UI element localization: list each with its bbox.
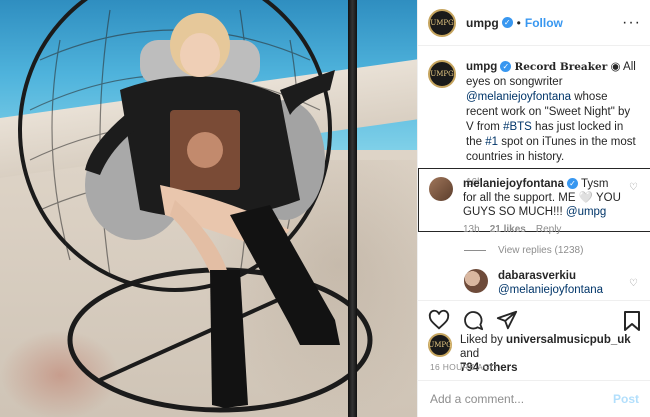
comment-likes[interactable]: 21 likes <box>490 224 526 235</box>
view-replies-button[interactable]: View replies (1238) <box>464 245 583 256</box>
hashtag-bts[interactable]: #BTS <box>503 121 532 133</box>
separator-dot: • <box>516 15 521 30</box>
reply-like-heart-icon[interactable]: ♡ <box>629 278 638 289</box>
likes-prefix: Liked by <box>460 334 503 346</box>
highlighted-comment: melaniejoyfontana ✓ Tysm for all the supp… <box>418 168 650 235</box>
caption-mention[interactable]: @melaniejoyfontana <box>466 91 571 103</box>
post-photo[interactable] <box>0 0 417 417</box>
chair-stand-pole <box>348 0 357 417</box>
view-replies-label: View replies (1238) <box>498 245 584 256</box>
comment-meta: 13h 21 likes Reply <box>463 224 640 235</box>
comment-username[interactable]: melaniejoyfontana <box>463 178 564 190</box>
reply-comment: dabarasverkiu @melaniejoyfontana <box>464 269 603 297</box>
post-timestamp[interactable]: 16 HOURS AGO <box>430 362 497 372</box>
avatar-logo-text: UMPG <box>430 70 454 78</box>
like-heart-icon[interactable] <box>428 309 450 331</box>
liker-avatar[interactable]: UMPG <box>428 333 452 357</box>
record-icon: ◉ <box>610 61 621 73</box>
share-paper-plane-icon[interactable] <box>496 309 518 331</box>
reply-avatar[interactable] <box>464 269 488 293</box>
commenter-avatar[interactable] <box>429 177 453 201</box>
comment-reply-button[interactable]: Reply <box>536 224 562 235</box>
post-comment-button[interactable]: Post <box>613 392 639 406</box>
reply-username[interactable]: dabarasverkiu <box>498 269 603 283</box>
verified-icon: ✓ <box>500 61 512 73</box>
comment-input[interactable] <box>430 392 613 406</box>
avatar-logo-text: UMPG <box>430 18 454 27</box>
liker-username[interactable]: universalmusicpub_uk <box>506 334 631 346</box>
follow-button[interactable]: Follow <box>525 16 563 30</box>
caption-avatar[interactable]: UMPG <box>428 60 456 88</box>
reply-text: dabarasverkiu @melaniejoyfontana <box>498 269 603 297</box>
replies-line <box>464 250 486 251</box>
reply-mention[interactable]: @melaniejoyfontana <box>498 283 603 297</box>
more-icon[interactable]: ··· <box>622 14 641 32</box>
comment-time[interactable]: 13h <box>463 224 480 235</box>
hashtag-1[interactable]: #1 <box>485 136 498 148</box>
comment-bubble-icon[interactable] <box>462 309 484 331</box>
author-avatar[interactable]: UMPG <box>428 8 456 37</box>
post-sidebar: UMPG umpg ✓ • Follow ··· UMPG umpg ✓ Reco… <box>417 0 650 417</box>
add-comment-bar: Post <box>418 380 650 417</box>
caption-title: Record Breaker <box>514 61 608 73</box>
verified-icon: ✓ <box>501 17 513 28</box>
caption-username[interactable]: umpg <box>466 61 497 73</box>
bookmark-icon[interactable] <box>623 310 641 332</box>
author-username[interactable]: umpg <box>466 16 499 30</box>
comment-mention[interactable]: @umpg <box>566 206 606 218</box>
comment-like-heart-icon[interactable]: ♡ <box>629 182 638 193</box>
comment-text: melaniejoyfontana ✓ Tysm for all the supp… <box>463 177 623 219</box>
verified-icon: ✓ <box>566 178 578 190</box>
post-header: UMPG umpg ✓ • Follow ··· <box>418 0 650 46</box>
avatar-logo-text: UMPG <box>428 341 452 349</box>
likes-and: and <box>460 348 480 360</box>
